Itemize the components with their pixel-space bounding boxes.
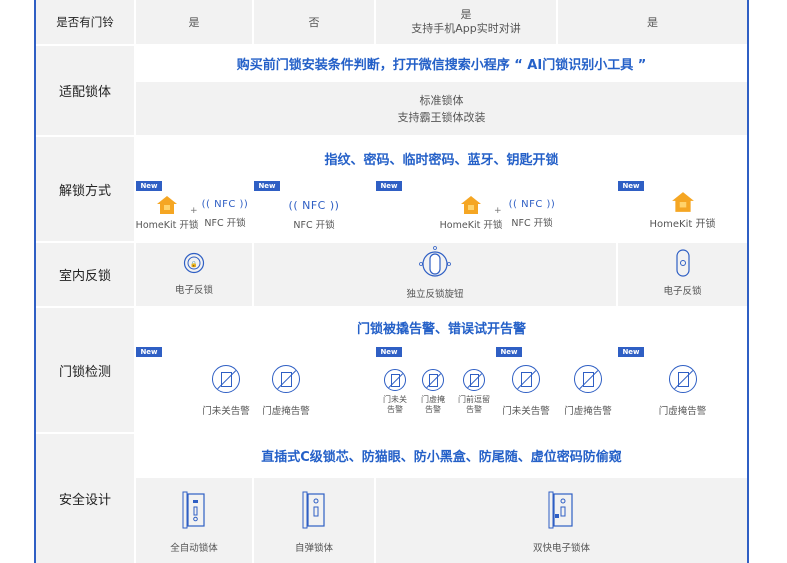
detect-cell-2: New 门未关告警 门虚掩告警 门前逗留告警 xyxy=(376,347,496,432)
nfc-icon: (( NFC )) xyxy=(288,199,340,212)
new-badge: New xyxy=(618,347,644,357)
safety-label: 全自动锁体 xyxy=(170,543,218,554)
alarm-label: 门未关告警 xyxy=(383,395,407,414)
alarm-item: 门虚掩告警 xyxy=(558,365,618,417)
indoor-label: 电子反锁 xyxy=(663,286,702,297)
homekit-item: HomeKit 开锁 xyxy=(618,191,747,230)
loitering-alarm-icon xyxy=(463,369,485,391)
unlock-cell-homekit: New HomeKit 开锁 xyxy=(618,181,747,241)
safety-label: 双快电子锁体 xyxy=(532,543,590,554)
new-badge: New xyxy=(136,181,162,191)
doorbell-value-1: 是 xyxy=(136,0,252,44)
alarm-label: 门虚掩告警 xyxy=(262,406,310,417)
door-ajar-alarm-icon xyxy=(272,365,300,393)
nfc-item: (( NFC )) NFC 开锁 xyxy=(254,199,374,231)
nfc-icon: (( NFC )) xyxy=(508,199,556,210)
safety-label: 自弹锁体 xyxy=(294,543,333,554)
indoor-label: 电子反锁 xyxy=(174,285,213,296)
nfc-label: NFC 开锁 xyxy=(511,218,553,229)
row-label-detect: 门锁检测 xyxy=(36,308,134,432)
alarm-item: 门前逗留告警 xyxy=(456,369,492,415)
homekit-house-icon xyxy=(461,196,481,214)
alarm-label: 门虚掩告警 xyxy=(421,395,445,414)
row-label-unlock: 解锁方式 xyxy=(36,137,134,241)
door-ajar-alarm-icon xyxy=(422,369,444,391)
indoor-cell-3: 电子反锁 xyxy=(618,243,747,306)
indoor-cell-1: 🔒 电子反锁 xyxy=(136,243,252,306)
lock-body-line-1: 标准锁体 xyxy=(419,93,464,107)
plus-sign: + xyxy=(190,206,198,216)
nfc-item: (( NFC )) NFC 开锁 xyxy=(200,199,250,229)
new-badge: New xyxy=(376,347,402,357)
rotary-knob-icon xyxy=(419,246,451,277)
lock-body-icon xyxy=(182,491,205,529)
alarm-label: 门未关告警 xyxy=(502,406,550,417)
electronic-lock-icon: 🔒 xyxy=(183,252,205,274)
detect-banner: 门锁被撬告警、错误试开告警 xyxy=(136,308,747,346)
lock-body-icon xyxy=(548,491,573,529)
nfc-label: NFC 开锁 xyxy=(204,218,246,229)
row-label-indoor-lock: 室内反锁 xyxy=(36,243,134,306)
row-label-safety: 安全设计 xyxy=(36,434,134,563)
new-badge: New xyxy=(376,181,402,191)
safety-cell-2: 自弹锁体 xyxy=(254,478,374,563)
alarm-label: 门前逗留告警 xyxy=(458,395,490,414)
doorbell-value-4: 是 xyxy=(558,0,747,44)
new-badge: New xyxy=(136,347,162,357)
row-label-lock-body: 适配锁体 xyxy=(36,46,134,135)
door-open-alarm-icon xyxy=(512,365,540,393)
unlock-cell-homekit-nfc-1: New HomeKit 开锁 + (( NFC )) NFC 开锁 xyxy=(136,181,252,241)
nfc-item: (( NFC )) NFC 开锁 xyxy=(504,199,560,229)
new-badge: New xyxy=(618,181,644,191)
alarm-item: 门虚掩告警 xyxy=(418,369,448,415)
detect-cell-3: New 门未关告警 门虚掩告警 xyxy=(496,347,618,432)
unlock-cell-nfc: New (( NFC )) NFC 开锁 xyxy=(254,181,374,241)
electronic-lock-icon xyxy=(675,249,690,277)
spec-table: 是否有门铃 是 否 是 支持手机App实时对讲 是 适配锁体 购买前门锁安装条件… xyxy=(34,0,749,563)
unlock-banner: 指纹、密码、临时密码、蓝牙、钥匙开锁 xyxy=(136,137,747,180)
alarm-label: 门未关告警 xyxy=(202,406,250,417)
door-open-alarm-icon xyxy=(384,369,406,391)
alarm-item: 门未关告警 xyxy=(496,365,556,417)
alarm-item: 门虚掩告警 xyxy=(254,365,318,417)
homekit-label: HomeKit 开锁 xyxy=(135,220,199,231)
safety-banner: 直插式C级锁芯、防猫眼、防小黑盒、防尾随、虚位密码防偷窥 xyxy=(136,434,747,476)
lock-body-banner: 购买前门锁安装条件判断，打开微信搜索小程序 “ AI门锁识别小工具 ” xyxy=(136,46,747,80)
homekit-item: HomeKit 开锁 xyxy=(136,195,198,231)
unlock-cell-homekit-nfc-2: New HomeKit 开锁 + (( NFC )) NFC 开锁 xyxy=(376,181,616,241)
doorbell-value-3: 是 支持手机App实时对讲 xyxy=(376,0,556,44)
alarm-item: 门未关告警 xyxy=(380,369,410,415)
nfc-icon: (( NFC )) xyxy=(201,199,249,210)
lock-body-line-2: 支持霸王锁体改装 xyxy=(397,110,486,124)
safety-cell-3: 双快电子锁体 xyxy=(376,478,747,563)
homekit-label: HomeKit 开锁 xyxy=(649,219,716,230)
doorbell-value-3-note: 支持手机App实时对讲 xyxy=(411,22,521,35)
homekit-house-icon xyxy=(671,192,694,212)
door-ajar-alarm-icon xyxy=(668,365,697,393)
alarm-item: 门虚掩告警 xyxy=(618,365,747,417)
homekit-house-icon xyxy=(157,196,177,214)
doorbell-value-2: 否 xyxy=(254,0,374,44)
alarm-label: 门虚掩告警 xyxy=(564,406,612,417)
row-label-doorbell: 是否有门铃 xyxy=(36,0,134,44)
indoor-cell-2: 独立反锁旋钮 xyxy=(254,243,616,306)
safety-cell-1: 全自动锁体 xyxy=(136,478,252,563)
new-badge: New xyxy=(254,181,280,191)
alarm-label: 门虚掩告警 xyxy=(658,406,707,417)
lock-body-values: 标准锁体 支持霸王锁体改装 xyxy=(136,82,747,135)
plus-sign: + xyxy=(494,206,502,216)
nfc-label: NFC 开锁 xyxy=(293,220,335,231)
alarm-item: 门未关告警 xyxy=(194,365,258,417)
detect-cell-4: New 门虚掩告警 xyxy=(618,347,747,432)
indoor-label: 独立反锁旋钮 xyxy=(406,289,464,300)
lock-body-icon xyxy=(302,491,325,529)
door-open-alarm-icon xyxy=(212,365,240,393)
detect-cell-1: New 门未关告警 门虚掩告警 xyxy=(136,347,374,432)
door-ajar-alarm-icon xyxy=(574,365,602,393)
new-badge: New xyxy=(496,347,522,357)
svg-text:🔒: 🔒 xyxy=(190,260,197,268)
doorbell-value-3-main: 是 xyxy=(460,8,472,21)
homekit-label: HomeKit 开锁 xyxy=(439,220,503,231)
